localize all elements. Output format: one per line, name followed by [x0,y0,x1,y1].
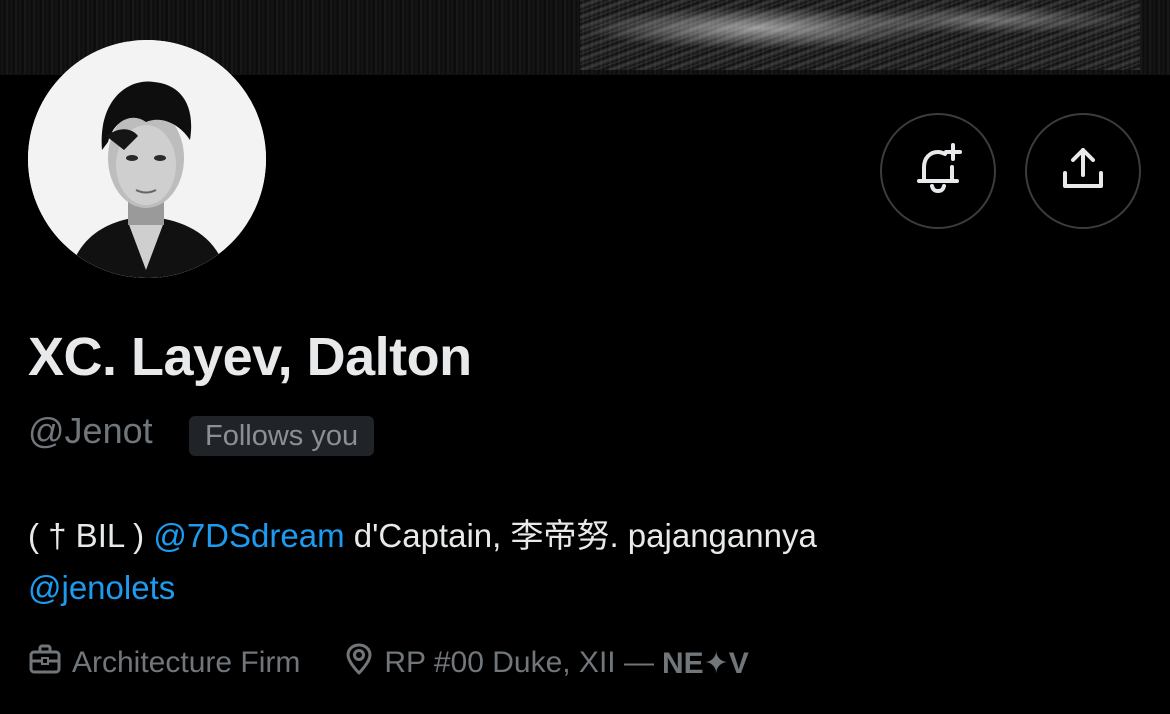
category-item: Architecture Firm [28,643,300,683]
bell-plus-icon [913,142,963,200]
briefcase-icon [28,643,72,683]
profile-handle: @Jenot [28,410,153,451]
bio-mention-7dsdream[interactable]: @7DSdream [153,517,344,554]
avatar-portrait [28,40,266,278]
display-name: XC. Layev, Dalton [28,327,472,387]
share-button[interactable] [1025,113,1141,229]
follows-you-badge: Follows you [189,416,375,456]
bio-text: d'Captain, 李帝努. pajangannya [344,517,817,554]
profile-avatar[interactable] [28,40,266,278]
bio-mention-jenolets[interactable]: @jenolets [28,569,175,606]
notify-button[interactable] [880,113,996,229]
profile-meta: Architecture Firm RP #00 Duke, XII — NE✦… [28,641,749,685]
location-label: RP #00 Duke, XII — [384,646,654,679]
profile-bio: ( † BIL ) @7DSdream d'Captain, 李帝努. paja… [28,510,1148,614]
banner-texture [580,0,1140,70]
location-item: RP #00 Duke, XII — NE✦V [344,642,749,684]
location-suffix: NE✦V [661,646,749,680]
share-upload-icon [1059,145,1107,198]
location-pin-icon [344,642,384,684]
bio-prefix: ( † BIL ) [28,517,154,554]
category-label: Architecture Firm [72,646,301,679]
